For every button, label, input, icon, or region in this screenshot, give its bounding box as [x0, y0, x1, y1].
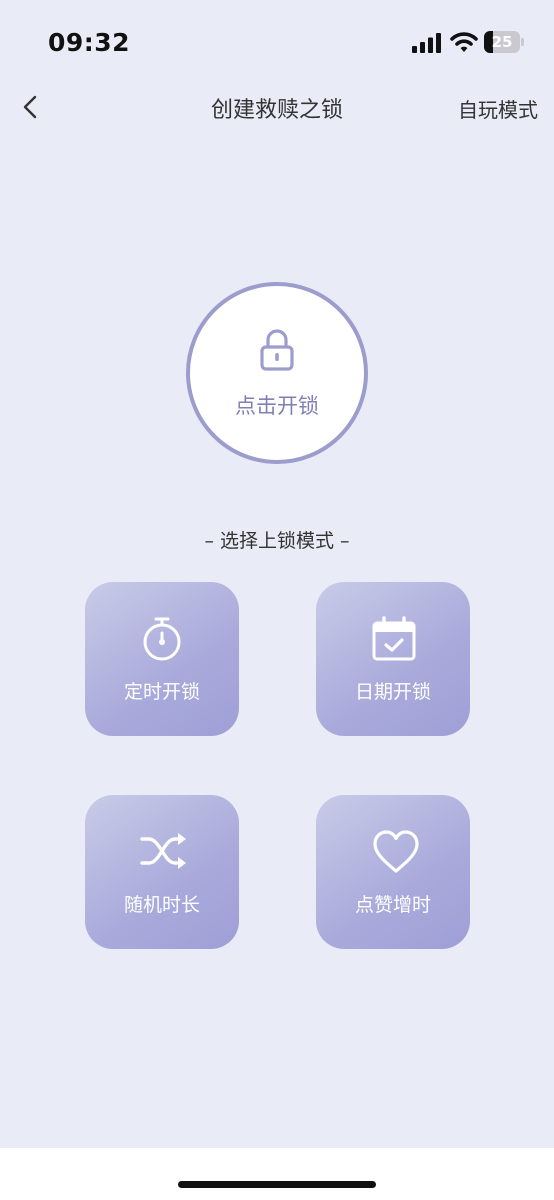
nav-bar: 创建救赎之锁 自玩模式 [0, 80, 554, 134]
unlock-label: 点击开锁 [235, 394, 319, 418]
home-indicator[interactable] [178, 1181, 376, 1188]
mode-label: 日期开锁 [354, 681, 431, 703]
battery-icon: 25 [484, 31, 524, 53]
mode-tile-date-unlock[interactable]: 日期开锁 [316, 582, 470, 736]
calendar-check-icon [372, 616, 416, 661]
back-button[interactable] [14, 88, 50, 128]
mode-label: 点赞增时 [354, 894, 431, 916]
mode-label: 随机时长 [123, 894, 200, 916]
mode-label: 定时开锁 [123, 681, 200, 703]
wifi-icon [450, 32, 478, 52]
home-indicator-area [0, 1148, 554, 1200]
stopwatch-icon [143, 617, 181, 661]
heart-icon [373, 830, 419, 873]
section-title: – 选择上锁模式 – [204, 530, 350, 552]
cellular-signal-icon [412, 33, 441, 53]
status-bar: 09:32 25 [0, 0, 554, 80]
shuffle-icon [140, 833, 186, 869]
mode-tile-like-add-time[interactable]: 点赞增时 [316, 795, 470, 949]
mode-tile-timed-unlock[interactable]: 定时开锁 [85, 582, 239, 736]
battery-level: 25 [491, 33, 513, 51]
unlock-button[interactable]: 点击开锁 [186, 282, 368, 464]
status-time: 09:32 [48, 28, 131, 57]
mode-tile-random-duration[interactable]: 随机时长 [85, 795, 239, 949]
self-play-mode-button[interactable]: 自玩模式 [458, 94, 538, 123]
lock-icon [260, 329, 294, 371]
chevron-left-icon [23, 95, 37, 119]
